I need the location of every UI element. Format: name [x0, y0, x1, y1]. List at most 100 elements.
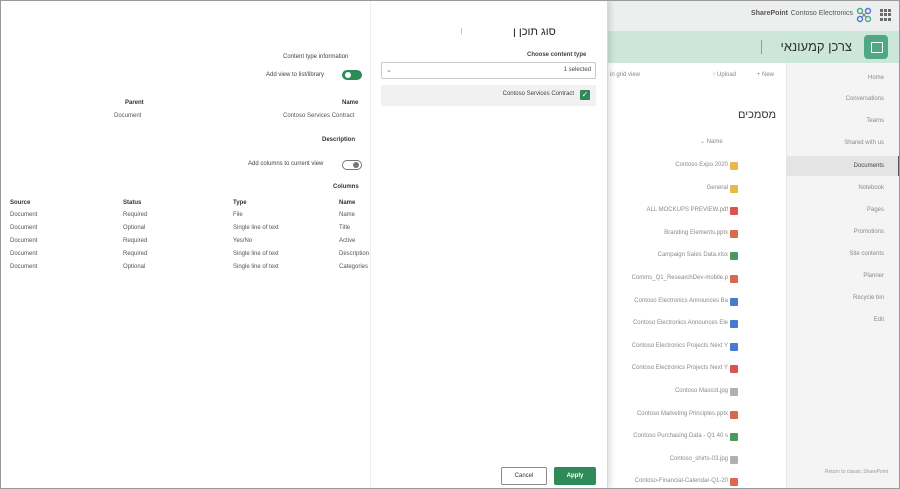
column-header-name[interactable]: ⌄ Name [700, 138, 723, 145]
panel-divider [370, 0, 371, 489]
chevron-down-icon: ⌄ [386, 67, 392, 74]
document-row-name[interactable]: Contoso Electronics Projects Next Y [632, 365, 728, 371]
nav-item[interactable]: Home [868, 75, 884, 81]
content-type-dropdown[interactable]: 1 selected ⌄ [381, 62, 596, 79]
new-button[interactable]: + New [757, 72, 774, 78]
document-row-name[interactable]: Contoso Electronics Projects Next Y [632, 343, 728, 349]
app-name[interactable]: SharePoint [751, 10, 788, 17]
library-title: מסמכים [738, 109, 777, 121]
powerpoint-icon [730, 478, 738, 487]
column-status-cell: Optional [123, 264, 146, 270]
content-type-option[interactable]: ✓ Contoso Services Contract [381, 85, 596, 106]
document-row-name[interactable]: Comms_Q1_ResearchDev-mobile.p [632, 275, 728, 281]
nav-item[interactable]: Notebook [858, 185, 884, 191]
word-icon [730, 297, 738, 306]
content-type-info-title: Content type information [283, 54, 349, 60]
name-header: Name [342, 100, 359, 106]
nav-item[interactable]: Recycle bin [853, 295, 884, 301]
new-label: New [761, 72, 774, 78]
nav-item[interactable]: Shared with us [844, 140, 884, 146]
name-header-label: Name [706, 139, 723, 145]
app-launcher-icon[interactable] [880, 9, 892, 21]
columns-header: Columns [333, 184, 359, 190]
column-source-cell: Document [10, 264, 38, 270]
column-status-cell: Required [123, 238, 148, 244]
nav-item[interactable]: Promotions [854, 229, 884, 235]
column-source-cell: Document [10, 238, 38, 244]
col-header-status: Status [123, 200, 142, 206]
site-header: צרכן קמעונאי [598, 31, 900, 63]
word-icon [730, 342, 738, 351]
apply-button[interactable]: Apply [554, 467, 596, 485]
col-header-source: Source [10, 200, 31, 206]
nav-item[interactable]: Conversations [846, 96, 884, 102]
nav-item[interactable]: Planner [863, 273, 884, 279]
dropdown-value: 1 selected [563, 67, 591, 73]
column-status-cell: Optional [123, 225, 146, 231]
document-row-name[interactable]: Contoso Marketing Principles.pptx [637, 411, 728, 417]
nav-item[interactable]: Site contents [849, 251, 884, 257]
column-source-cell: Document [10, 251, 38, 257]
document-row-name[interactable]: General [707, 185, 728, 191]
column-type-cell: Single line of text [233, 264, 279, 270]
add-columns-toggle[interactable] [342, 160, 362, 170]
document-row-name[interactable]: Contoso Mascot.jpg [675, 388, 728, 394]
powerpoint-icon [730, 410, 738, 419]
toggle-knob [345, 72, 351, 78]
document-row-name[interactable]: Contoso Purchasing Data - Q1 40 s [633, 433, 728, 439]
image-icon [730, 455, 738, 464]
document-row-name[interactable]: Branding Elements.pptx [664, 230, 728, 236]
document-row-name[interactable]: Contoso-Financial-Calendar-Q1-20 [635, 478, 728, 484]
col-header-name: Name [339, 200, 356, 206]
document-row-name[interactable]: Campaign Sales Data.xlsx [658, 252, 728, 258]
column-type-cell: Yes/No [233, 238, 253, 244]
document-row-name[interactable]: Contoso Electronics Announces Ele [633, 320, 728, 326]
return-to-classic-link[interactable]: Return to classic SharePoint [825, 469, 888, 475]
cancel-button[interactable]: Cancel [501, 467, 547, 485]
document-row-name[interactable]: Contoso_shirts-03.jpg [670, 456, 728, 462]
nav-item[interactable]: Documents [854, 163, 884, 169]
column-status-cell: Required [123, 251, 148, 257]
add-view-toggle[interactable] [342, 70, 362, 80]
document-row-name[interactable]: Contoso Electronics Announces Ba [634, 298, 728, 304]
column-type-cell: File [233, 212, 243, 218]
nav-item[interactable]: Edit [874, 317, 884, 323]
image-icon [730, 388, 738, 396]
column-name-cell: Active [339, 238, 356, 244]
powerpoint-icon [730, 229, 738, 238]
column-status-cell: Required [123, 212, 148, 218]
site-logo-icon [864, 35, 888, 59]
site-title[interactable]: צרכן קמעונאי [781, 39, 852, 54]
upload-button[interactable]: ↑ Upload [712, 72, 736, 78]
choose-content-type-label: Choose content type [527, 52, 587, 58]
description-header: Description [322, 137, 356, 143]
column-source-cell: Document [10, 212, 38, 218]
document-row-name[interactable]: ALL MOCKUPS PREVIEW.pdf [647, 207, 728, 213]
folder-icon [730, 184, 738, 193]
nav-item[interactable]: Pages [867, 207, 884, 213]
header-divider [761, 40, 762, 54]
content-type-parent: Document [114, 113, 142, 119]
add-view-label: Add view to list/library [266, 72, 325, 78]
pdf-icon [730, 207, 738, 216]
add-columns-label: Add columns to current view [248, 161, 324, 167]
column-name-cell: Name [339, 212, 356, 218]
organization-logo-icon [856, 7, 872, 23]
powerpoint-icon [730, 275, 738, 283]
toggle-knob [353, 162, 359, 168]
panel-title-mark: ׀ [460, 29, 463, 35]
folder-icon [730, 162, 738, 170]
upload-label: Upload [716, 72, 736, 78]
word-icon [730, 320, 738, 329]
parent-header: Parent [125, 100, 144, 106]
option-label: Contoso Services Contract [502, 91, 574, 97]
pdf-icon [730, 365, 738, 374]
document-row-name[interactable]: Contoso Expo 2020 [675, 162, 728, 168]
col-header-type: Type [233, 200, 247, 206]
content-type-panel: סוג תוכן ן ׀ Choose content type 1 selec… [0, 0, 608, 489]
column-source-cell: Document [10, 225, 38, 231]
site-navigation: Return to classic SharePoint Home Convers… [786, 63, 900, 489]
column-name-cell: Description [339, 251, 370, 257]
checkbox-checked-icon[interactable]: ✓ [580, 90, 590, 100]
nav-item[interactable]: Teams [866, 118, 884, 124]
